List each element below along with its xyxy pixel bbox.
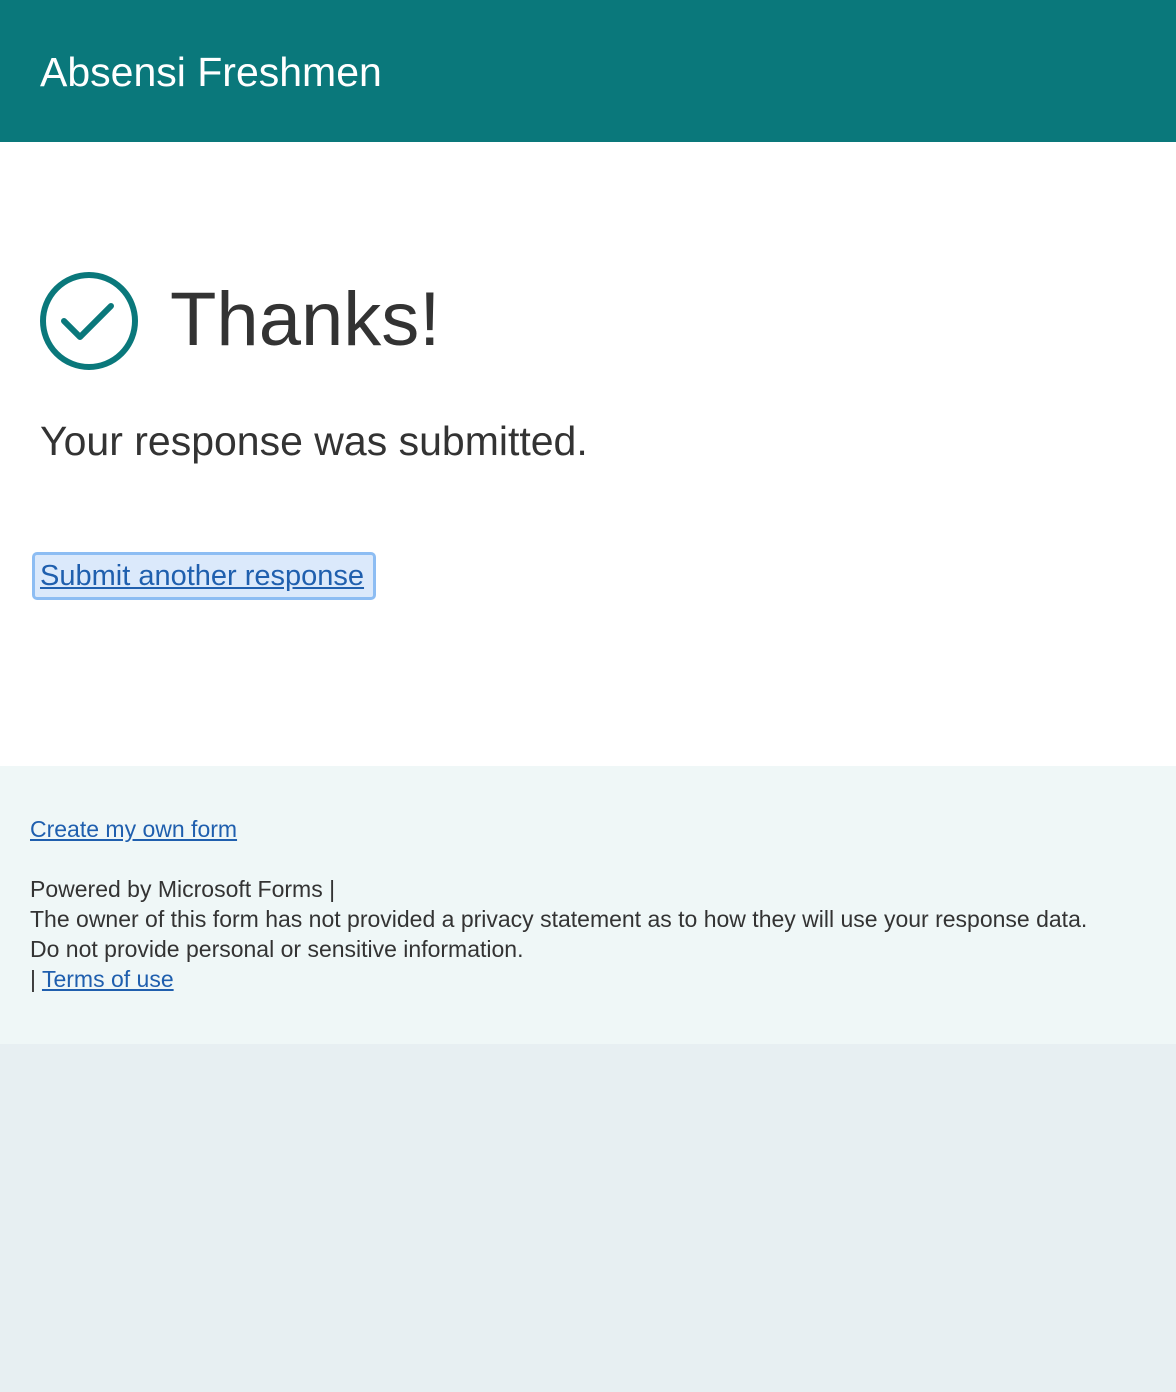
form-title: Absensi Freshmen bbox=[40, 49, 382, 95]
privacy-notice: The owner of this form has not provided … bbox=[30, 906, 1088, 932]
page-footer: Create my own form Powered by Microsoft … bbox=[0, 766, 1176, 1044]
confirmation-panel: Thanks! Your response was submitted. Sub… bbox=[0, 142, 1176, 766]
powered-by-text: Powered by Microsoft Forms | bbox=[30, 876, 336, 902]
check-circle-icon bbox=[40, 272, 138, 370]
terms-row: | Terms of use bbox=[30, 964, 174, 994]
submit-another-response-link[interactable]: Submit another response bbox=[32, 552, 376, 600]
create-my-own-form-link[interactable]: Create my own form bbox=[30, 814, 237, 844]
thanks-heading: Thanks! bbox=[170, 277, 441, 362]
terms-separator: | bbox=[30, 966, 36, 992]
terms-of-use-link[interactable]: Terms of use bbox=[42, 966, 174, 992]
form-header: Absensi Freshmen bbox=[0, 0, 1176, 142]
sensitive-info-notice: Do not provide personal or sensitive inf… bbox=[30, 936, 524, 962]
submitted-message: Your response was submitted. bbox=[40, 418, 588, 464]
